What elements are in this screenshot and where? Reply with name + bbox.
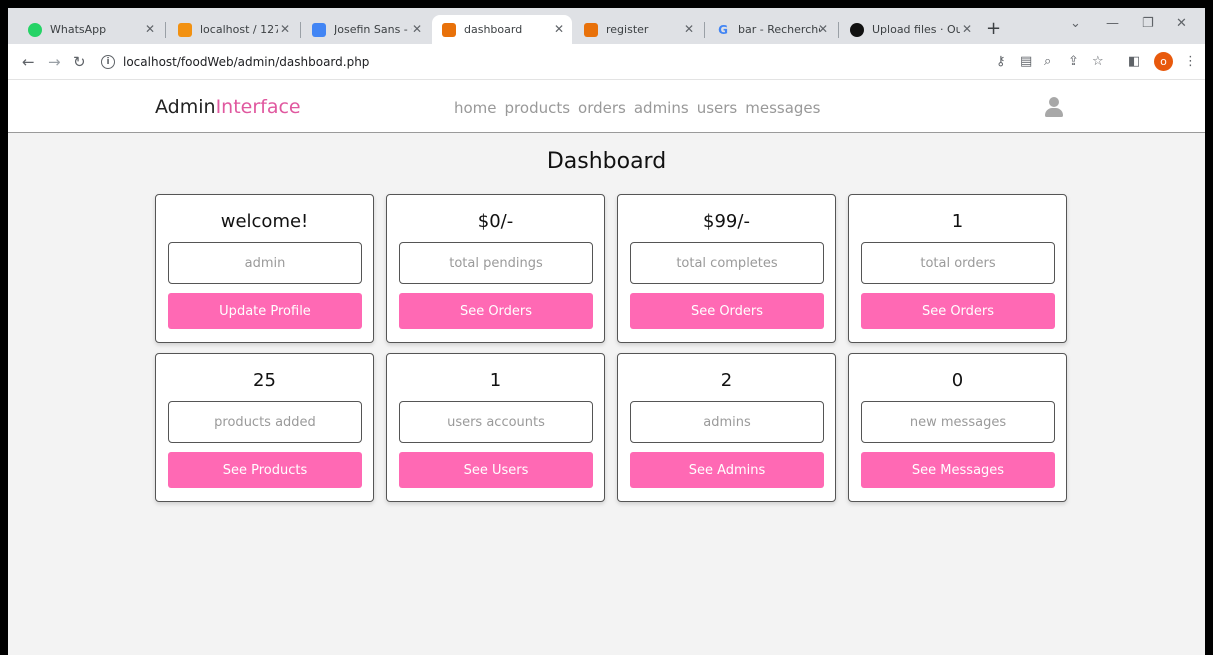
tab-register[interactable]: register ✕ xyxy=(574,15,702,44)
nav-products[interactable]: products xyxy=(505,99,571,117)
user-icon[interactable] xyxy=(1045,97,1063,119)
card-label: users accounts xyxy=(399,401,593,443)
close-icon[interactable]: ✕ xyxy=(145,22,155,36)
forward-icon[interactable]: → xyxy=(48,53,61,71)
card-pendings: $0/- total pendings See Orders xyxy=(386,194,605,343)
card-value: $0/- xyxy=(477,211,514,232)
minimize-icon[interactable]: — xyxy=(1106,16,1119,31)
zoom-icon[interactable]: ⌕ xyxy=(1044,54,1051,69)
nav-home[interactable]: home xyxy=(454,99,497,117)
tab-phpmyadmin[interactable]: localhost / 127.0. ✕ xyxy=(168,15,298,44)
see-orders-button[interactable]: See Orders xyxy=(630,293,824,329)
card-profile: welcome! admin Update Profile xyxy=(155,194,374,343)
card-label: admin xyxy=(168,242,362,284)
card-value: 2 xyxy=(720,370,733,391)
translate-icon[interactable]: ▤ xyxy=(1020,54,1032,69)
card-orders: 1 total orders See Orders xyxy=(848,194,1067,343)
browser-toolbar: ← → ↻ i localhost/foodWeb/admin/dashboar… xyxy=(8,44,1205,80)
card-value: 25 xyxy=(253,370,276,391)
card-value: 1 xyxy=(489,370,502,391)
logo-accent: Interface xyxy=(215,96,301,118)
card-admins: 2 admins See Admins xyxy=(617,353,836,502)
tab-strip: WhatsApp ✕ localhost / 127.0. ✕ Josefin … xyxy=(8,8,1205,44)
see-users-button[interactable]: See Users xyxy=(399,452,593,488)
nav-messages[interactable]: messages xyxy=(745,99,820,117)
card-label: total orders xyxy=(861,242,1055,284)
tab-google-fonts[interactable]: Josefin Sans - Go ✕ xyxy=(302,15,430,44)
google-fonts-icon xyxy=(312,22,326,37)
site-header: AdminInterface home products orders admi… xyxy=(8,80,1205,133)
nav-orders[interactable]: orders xyxy=(578,99,626,117)
phpmyadmin-icon xyxy=(178,22,192,37)
close-icon[interactable]: ✕ xyxy=(962,22,972,36)
chevron-down-icon[interactable]: ⌄ xyxy=(1070,16,1081,31)
see-orders-button[interactable]: See Orders xyxy=(399,293,593,329)
logo-main: Admin xyxy=(155,96,216,118)
dashboard-grid: welcome! admin Update Profile $0/- total… xyxy=(155,194,1067,502)
reload-icon[interactable]: ↻ xyxy=(73,53,86,71)
side-panel-icon[interactable]: ◧ xyxy=(1128,54,1140,69)
close-icon[interactable]: ✕ xyxy=(684,22,694,36)
key-icon[interactable]: ⚷ xyxy=(996,54,1006,69)
tab-title: bar - Recherche xyxy=(738,23,820,36)
tab-title: localhost / 127.0. xyxy=(200,23,278,36)
close-icon[interactable]: ✕ xyxy=(818,22,828,36)
logo[interactable]: AdminInterface xyxy=(155,96,301,118)
close-icon[interactable]: ✕ xyxy=(554,22,564,36)
card-completes: $99/- total completes See Orders xyxy=(617,194,836,343)
bookmark-star-icon[interactable]: ☆ xyxy=(1092,54,1104,69)
tab-title: register xyxy=(606,23,649,36)
close-window-icon[interactable]: ✕ xyxy=(1176,16,1187,31)
tab-github[interactable]: Upload files · Ou ✕ xyxy=(840,15,980,44)
share-icon[interactable]: ⇪ xyxy=(1068,54,1079,69)
tab-whatsapp[interactable]: WhatsApp ✕ xyxy=(18,15,163,44)
tab-dashboard[interactable]: dashboard ✕ xyxy=(432,15,572,44)
github-icon xyxy=(850,22,864,37)
new-tab-button[interactable]: + xyxy=(986,18,1001,39)
card-products: 25 products added See Products xyxy=(155,353,374,502)
browser-window: WhatsApp ✕ localhost / 127.0. ✕ Josefin … xyxy=(8,8,1205,655)
close-icon[interactable]: ✕ xyxy=(280,22,290,36)
see-messages-button[interactable]: See Messages xyxy=(861,452,1055,488)
see-products-button[interactable]: See Products xyxy=(168,452,362,488)
google-icon: G xyxy=(718,22,728,37)
page-icon xyxy=(442,22,456,37)
card-value: welcome! xyxy=(220,211,309,232)
tab-google-search[interactable]: G bar - Recherche ✕ xyxy=(706,15,836,44)
back-icon[interactable]: ← xyxy=(22,53,35,71)
tab-title: WhatsApp xyxy=(50,23,107,36)
card-value: $99/- xyxy=(703,211,750,232)
page-title: Dashboard xyxy=(546,149,667,174)
tab-title: Josefin Sans - Go xyxy=(334,23,412,36)
tab-title: dashboard xyxy=(464,23,523,36)
page-icon xyxy=(584,22,598,37)
card-label: admins xyxy=(630,401,824,443)
card-value: 0 xyxy=(951,370,964,391)
card-value: 1 xyxy=(951,211,964,232)
close-icon[interactable]: ✕ xyxy=(412,22,422,36)
update-profile-button[interactable]: Update Profile xyxy=(168,293,362,329)
url-text: localhost/foodWeb/admin/dashboard.php xyxy=(123,55,370,69)
nav-users[interactable]: users xyxy=(697,99,738,117)
info-icon[interactable]: i xyxy=(101,55,115,69)
card-messages: 0 new messages See Messages xyxy=(848,353,1067,502)
card-label: total completes xyxy=(630,242,824,284)
restore-icon[interactable]: ❐ xyxy=(1142,16,1154,31)
address-bar[interactable]: i localhost/foodWeb/admin/dashboard.php xyxy=(101,49,1103,75)
card-label: total pendings xyxy=(399,242,593,284)
menu-kebab-icon[interactable]: ⋮ xyxy=(1184,54,1197,69)
nav-admins[interactable]: admins xyxy=(634,99,689,117)
card-users: 1 users accounts See Users xyxy=(386,353,605,502)
main-nav: home products orders admins users messag… xyxy=(454,99,820,117)
tab-title: Upload files · Ou xyxy=(872,23,960,36)
see-admins-button[interactable]: See Admins xyxy=(630,452,824,488)
see-orders-button[interactable]: See Orders xyxy=(861,293,1055,329)
whatsapp-icon xyxy=(28,22,42,37)
profile-avatar[interactable]: o xyxy=(1154,52,1173,71)
card-label: products added xyxy=(168,401,362,443)
card-label: new messages xyxy=(861,401,1055,443)
